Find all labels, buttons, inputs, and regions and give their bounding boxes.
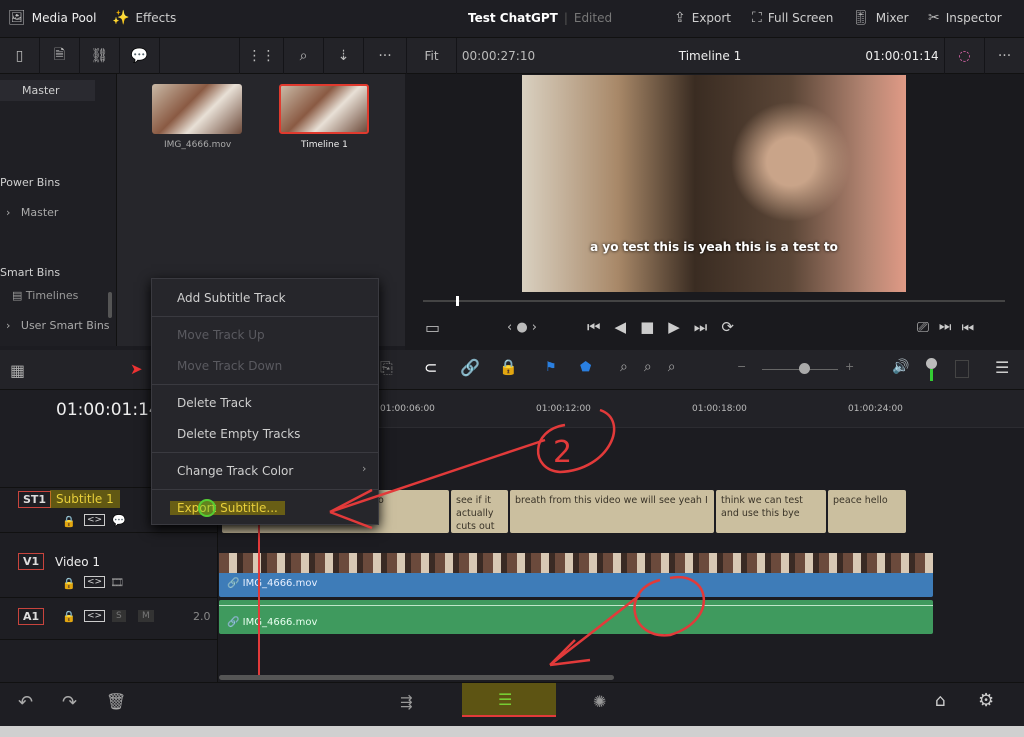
trash-icon[interactable]: 🗑 — [106, 692, 126, 711]
annotation-arrow — [329, 438, 546, 514]
edit-page-icon: ☰ — [498, 690, 513, 709]
home-icon[interactable]: ⌂ — [935, 691, 946, 711]
fusion-page-icon[interactable]: ✺ — [593, 692, 606, 711]
annotation-circle-2 — [633, 575, 705, 637]
cut-page-icon[interactable]: ⇶ — [400, 693, 413, 711]
annotation-arrowhead — [329, 488, 373, 530]
annotation-number: 2 — [553, 435, 572, 470]
annotation-arrow-2 — [549, 594, 641, 667]
undo-icon[interactable]: ↶ — [18, 692, 33, 713]
settings-gear-icon[interactable]: ⚙ — [978, 690, 994, 711]
bottom-bar: ↶ ↷ 🗑 ⇶ ☰ ✺ ⌂ ⚙ — [0, 682, 1024, 726]
annotation-circle — [536, 408, 616, 474]
redo-icon[interactable]: ↷ — [62, 692, 77, 713]
window-bottom-edge — [0, 726, 1024, 737]
edit-page-tab[interactable]: ☰ — [462, 683, 556, 717]
red-annotations: 2 — [329, 408, 705, 667]
